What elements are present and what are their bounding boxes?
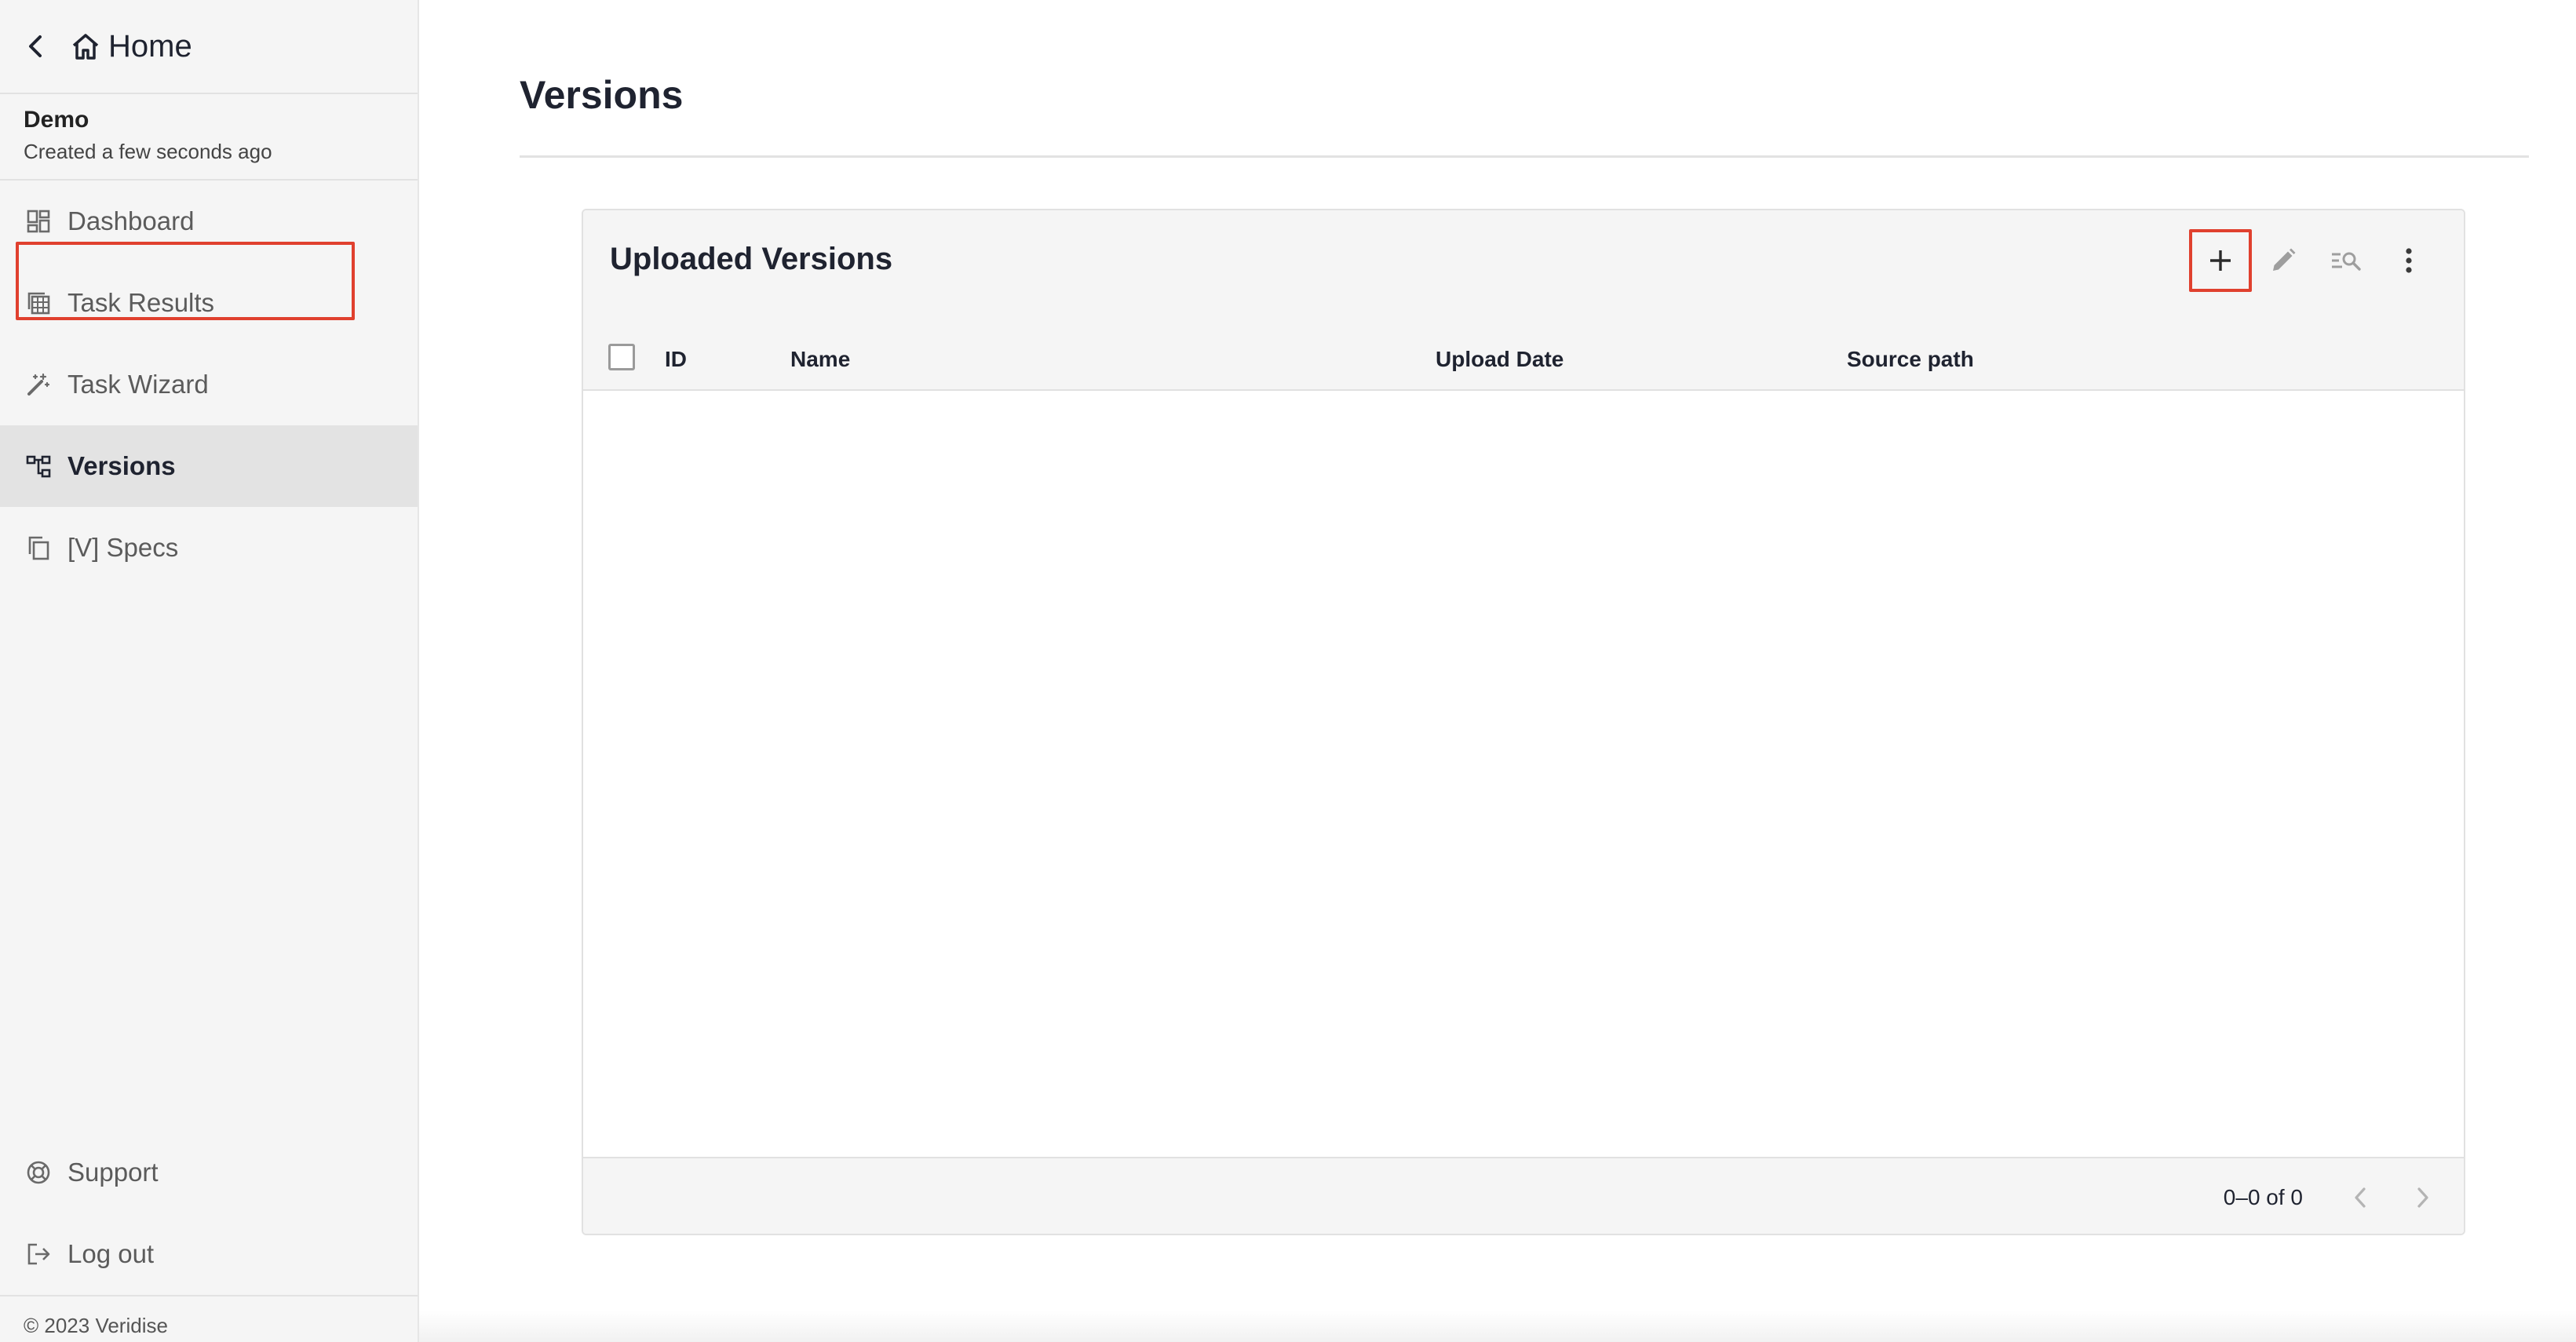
- sidebar-item-label: Task Results: [68, 288, 215, 317]
- sidebar-item-specs[interactable]: [V] Specs: [0, 507, 418, 589]
- table-footer: 0–0 of 0: [583, 1157, 2464, 1234]
- sidebar-item-versions[interactable]: Versions: [0, 425, 418, 507]
- more-vert-icon: [2406, 248, 2412, 273]
- sidebar-item-support[interactable]: Support: [0, 1132, 418, 1213]
- copyright: © 2023 Veridise: [0, 1295, 418, 1342]
- home-icon: [72, 34, 99, 60]
- project-info: Demo Created a few seconds ago: [0, 94, 418, 181]
- project-created: Created a few seconds ago: [24, 140, 272, 163]
- column-header-upload-date[interactable]: Upload Date: [1436, 347, 1563, 372]
- logout-icon: [25, 1241, 52, 1267]
- chevron-left-icon: [29, 35, 42, 57]
- column-header-id[interactable]: ID: [665, 347, 687, 372]
- more-options-button[interactable]: [2377, 229, 2440, 292]
- bottom-fade: [419, 1311, 2576, 1342]
- versions-card: Uploaded Versions ID Name Upload Date So…: [582, 209, 2465, 1235]
- home-link[interactable]: Home: [71, 29, 192, 64]
- column-header-source-path[interactable]: Source path: [1847, 347, 1974, 372]
- sidebar-item-logout[interactable]: Log out: [0, 1213, 418, 1295]
- dashboard-icon: [25, 208, 52, 235]
- add-icon: [2210, 250, 2231, 271]
- chevron-right-icon: [2417, 1187, 2428, 1208]
- column-header-name[interactable]: Name: [790, 347, 850, 372]
- next-page-button[interactable]: [2407, 1182, 2439, 1213]
- previous-page-button[interactable]: [2344, 1182, 2376, 1213]
- sidebar-item-label: [V] Specs: [68, 533, 179, 562]
- page-title: Versions: [520, 73, 684, 117]
- support-lifebuoy-icon: [25, 1159, 52, 1186]
- home-label: Home: [108, 28, 192, 64]
- project-name: Demo: [24, 107, 89, 133]
- home-bar: Home: [0, 0, 418, 94]
- table-body: [583, 391, 2464, 1157]
- edit-button[interactable]: [2252, 229, 2315, 292]
- back-button[interactable]: [24, 34, 49, 59]
- table-header: ID Name Upload Date Source path: [583, 326, 2464, 389]
- card-toolbar: [2189, 229, 2440, 292]
- pagination-info: 0–0 of 0: [2223, 1185, 2303, 1209]
- sidebar-item-label: Task Wizard: [68, 370, 209, 399]
- task-results-icon: [25, 290, 52, 316]
- sidebar-item-dashboard[interactable]: Dashboard: [0, 181, 418, 262]
- versions-tree-icon: [25, 453, 52, 480]
- select-all-checkbox[interactable]: [608, 344, 635, 370]
- magic-wand-icon: [25, 371, 52, 398]
- add-version-button[interactable]: [2189, 229, 2252, 292]
- card-title: Uploaded Versions: [610, 242, 893, 276]
- filter-search-icon: [2332, 252, 2361, 271]
- sidebar-item-label: Support: [68, 1158, 159, 1187]
- sidebar-bottom-nav: Support Log out: [0, 1132, 418, 1295]
- sidebar: Home Demo Created a few seconds ago Dash…: [0, 0, 419, 1342]
- sidebar-nav: Dashboard Task Results Task Wizard Versi…: [0, 181, 418, 589]
- sidebar-item-task-results[interactable]: Task Results: [0, 262, 418, 344]
- sidebar-item-task-wizard[interactable]: Task Wizard: [0, 344, 418, 425]
- copy-icon: [25, 534, 52, 561]
- chevron-left-icon: [2355, 1187, 2366, 1208]
- sidebar-item-label: Versions: [68, 451, 176, 480]
- filter-search-button[interactable]: [2315, 229, 2377, 292]
- sidebar-item-label: Log out: [68, 1239, 155, 1268]
- edit-icon: [2273, 248, 2296, 271]
- card-header: Uploaded Versions ID Name Upload Date So…: [583, 210, 2464, 391]
- title-divider: [520, 155, 2529, 158]
- sidebar-item-label: Dashboard: [68, 206, 195, 235]
